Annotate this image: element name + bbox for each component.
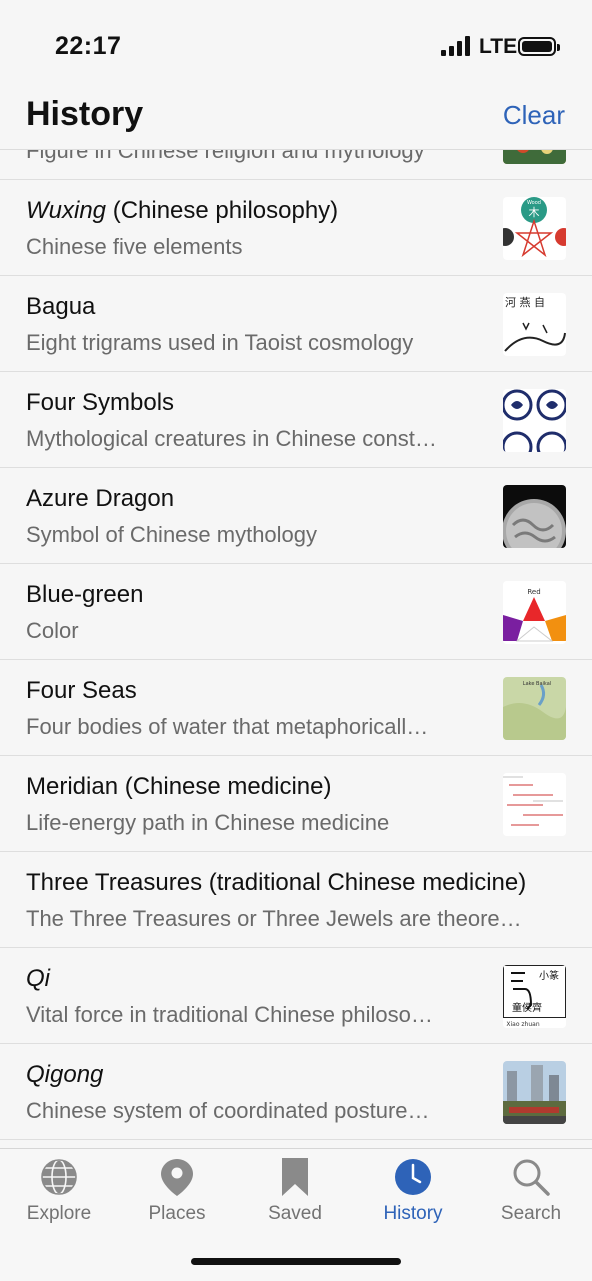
item-title-italic: Wuxing	[26, 197, 107, 224]
list-item[interactable]: Meridian (Chinese medicine) Life-energy …	[0, 756, 592, 852]
tab-label: Explore	[26, 1203, 92, 1224]
tab-label: Saved	[268, 1203, 322, 1224]
svg-text:木: 木	[529, 206, 540, 219]
item-description: Chinese five elements	[26, 234, 243, 259]
qigong-photo-thumbnail	[503, 1061, 566, 1124]
svg-text:童侯齊: 童侯齊	[512, 1001, 542, 1014]
map-thumbnail: Lake Baikal	[503, 677, 566, 740]
item-description: Figure in Chinese religion and mythology	[26, 149, 425, 163]
color-wheel-thumbnail: Red	[503, 581, 566, 644]
four-symbols-thumbnail	[503, 389, 566, 452]
item-title: Four Symbols	[26, 389, 175, 416]
dragon-coin-thumbnail	[503, 485, 566, 548]
item-description: Color	[26, 618, 79, 643]
svg-text:河 燕 自: 河 燕 自	[505, 296, 545, 309]
svg-text:Red: Red	[527, 588, 540, 596]
tab-places[interactable]: Places	[118, 1157, 236, 1237]
list-item[interactable]: Four Seas Four bodies of water that meta…	[0, 660, 592, 756]
item-title: Blue-green	[26, 581, 144, 608]
tab-search[interactable]: Search	[472, 1157, 590, 1237]
item-title: Three Treasures (traditional Chinese med…	[26, 869, 527, 896]
history-list[interactable]: Figure in Chinese religion and mythology…	[0, 149, 592, 1149]
bagua-calligraphy-thumbnail: 河 燕 自	[503, 293, 566, 356]
status-bar: 22:17 LTE	[0, 0, 592, 95]
svg-text:Xiao zhuan: Xiao zhuan	[506, 1021, 539, 1028]
item-title: Azure Dragon	[26, 485, 175, 512]
battery-icon	[518, 37, 560, 56]
list-item[interactable]: Qigong Chinese system of coordinated pos…	[0, 1044, 592, 1140]
wuxing-diagram-thumbnail: Wood 木	[503, 197, 566, 260]
tab-label: Places	[148, 1203, 206, 1224]
tab-explore[interactable]: Explore	[0, 1157, 118, 1237]
list-item[interactable]: Azure Dragon Symbol of Chinese mythology	[0, 468, 592, 564]
qi-character-thumbnail: 小篆童侯齊 Xiao zhuan	[503, 965, 566, 1028]
item-title-italic: Qigong	[26, 1061, 104, 1088]
nav-header: History Clear	[0, 95, 592, 149]
item-title: Meridian (Chinese medicine)	[26, 773, 332, 800]
search-icon	[513, 1159, 550, 1196]
item-title: Bagua	[26, 293, 96, 320]
item-title: (Chinese philosophy)	[106, 197, 339, 224]
item-title: Four Seas	[26, 677, 137, 704]
list-item[interactable]: Qi Vital force in traditional Chinese ph…	[0, 948, 592, 1044]
status-time: 22:17	[55, 32, 122, 60]
item-description: Chinese system of coordinated posture…	[26, 1098, 430, 1123]
tab-label: Search	[500, 1203, 562, 1224]
list-item[interactable]: Blue-green Color Red	[0, 564, 592, 660]
globe-icon	[41, 1159, 77, 1195]
home-indicator[interactable]	[191, 1258, 401, 1265]
list-item[interactable]: Three Treasures (traditional Chinese med…	[0, 852, 592, 948]
tab-history[interactable]: History	[354, 1157, 472, 1237]
svg-text:Lake Baikal: Lake Baikal	[523, 681, 551, 687]
list-item[interactable]: Bagua Eight trigrams used in Taoist cosm…	[0, 276, 592, 372]
tab-saved[interactable]: Saved	[236, 1157, 354, 1237]
list-item[interactable]: Four Symbols Mythological creatures in C…	[0, 372, 592, 468]
item-description: Eight trigrams used in Taoist cosmology	[26, 330, 414, 355]
bookmark-icon	[282, 1158, 308, 1196]
item-description: Symbol of Chinese mythology	[26, 522, 318, 547]
item-description: Life-energy path in Chinese medicine	[26, 810, 390, 835]
item-description: Four bodies of water that metaphoricall…	[26, 714, 429, 739]
svg-text:小篆: 小篆	[539, 969, 559, 982]
tab-label: History	[383, 1203, 443, 1224]
clear-history-button[interactable]: Clear	[503, 100, 565, 131]
item-title-italic: Qi	[26, 965, 50, 992]
page-title: History	[26, 95, 144, 133]
list-item[interactable]: Wuxing (Chinese philosophy) Chinese five…	[0, 180, 592, 276]
clock-icon	[395, 1159, 431, 1195]
meridian-chart-thumbnail	[503, 773, 566, 836]
signal-icon	[441, 36, 473, 56]
item-description: Mythological creatures in Chinese const…	[26, 426, 437, 451]
list-item[interactable]: Figure in Chinese religion and mythology	[0, 149, 592, 180]
deity-painting-thumbnail	[503, 150, 566, 164]
network-type: LTE	[479, 35, 518, 58]
item-description: The Three Treasures or Three Jewels are …	[26, 906, 522, 931]
map-pin-icon	[161, 1159, 193, 1196]
item-description: Vital force in traditional Chinese philo…	[26, 1002, 433, 1027]
